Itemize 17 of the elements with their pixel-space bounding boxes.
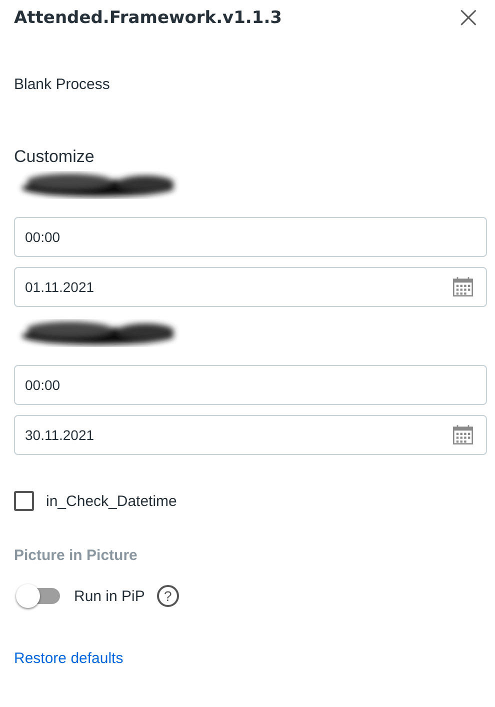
help-icon[interactable]: ?	[156, 585, 179, 607]
process-name: Blank Process	[14, 76, 111, 93]
input-field[interactable]: 00:00	[14, 217, 487, 257]
input-field[interactable]: 00:00	[14, 365, 487, 405]
checkbox[interactable]	[14, 491, 34, 511]
section-heading: Customize	[14, 147, 96, 167]
input-field[interactable]: 30.11.2021	[14, 415, 487, 455]
checkbox-label: in_Check_Datetime	[46, 492, 177, 510]
panel-title: Attended.Framework.v1.1.3	[14, 8, 282, 28]
calendar-icon[interactable]	[452, 276, 474, 298]
section-heading: Picture in Picture	[14, 547, 138, 564]
close-button[interactable]: ×	[450, 3, 487, 33]
restore-defaults-link[interactable]: Restore defaults	[14, 650, 124, 667]
input-field[interactable]: 01.11.2021	[14, 267, 487, 307]
toggle-switch[interactable]	[14, 582, 62, 610]
toggle-label: Run in PiP	[74, 588, 145, 604]
calendar-icon[interactable]	[452, 424, 474, 446]
